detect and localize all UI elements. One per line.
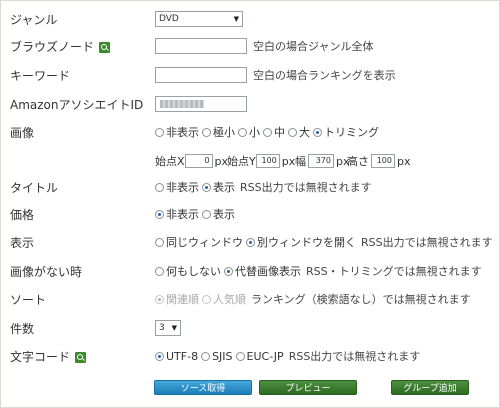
image-option-label: 非表示 — [166, 126, 199, 139]
start-x-label: 始点X — [155, 155, 185, 168]
charset-row: 文字コード UTF-8 SJIS EUC-JP RSS出力では無視されます — [1, 345, 500, 367]
start-y-unit: px — [281, 154, 296, 168]
keyword-input[interactable] — [155, 67, 247, 83]
get-source-button[interactable]: ソース取得 — [154, 380, 252, 395]
keyword-hint: 空白の場合ランキングを表示 — [253, 69, 396, 82]
width-label: 幅 — [295, 155, 306, 168]
title-option-label: 非表示 — [166, 181, 199, 194]
settings-panel: ジャンル DVD ▼ ブラウズノード 空白の場合ジャンル全体 キーワード 空白の… — [0, 0, 500, 408]
browse-node-label: ブラウズノード — [10, 38, 111, 55]
chevron-down-icon: ▼ — [171, 324, 177, 332]
image-radio-hidden[interactable] — [155, 127, 164, 137]
no-image-row: 画像がない時 何もしない 代替画像表示 RSS・トリミングでは無視されます — [1, 260, 500, 282]
add-group-button[interactable]: グループ追加 — [391, 380, 469, 395]
preview-button[interactable]: プレビュー — [259, 380, 357, 395]
chevron-down-icon: ▼ — [233, 15, 239, 23]
image-option-label: トリミング — [324, 126, 379, 139]
charset-label: 文字コード — [10, 348, 87, 365]
title-hint: RSS出力では無視されます — [240, 181, 372, 194]
charset-radio-eucjp[interactable] — [235, 351, 245, 361]
charset-option-label: EUC-JP — [246, 349, 284, 363]
masked-value — [160, 100, 204, 108]
genre-select-value: DVD — [159, 14, 179, 24]
display-row: 表示 同じウィンドウ 別ウィンドウを開く RSS出力では無視されます — [1, 231, 500, 253]
sort-row: ソート 関連順 人気順 ランキング（検索語なし）では無視されます — [1, 288, 500, 310]
title-radio-shown[interactable] — [202, 182, 211, 192]
count-select-value: 3 — [159, 323, 165, 333]
title-label: タイトル — [10, 181, 59, 195]
no-image-option-label: 何もしない — [166, 265, 221, 278]
count-label: 件数 — [10, 322, 35, 336]
count-row: 件数 3 ▼ — [1, 317, 500, 339]
height-unit: px — [397, 154, 411, 168]
image-row: 画像 非表示 極小 小 中 大 トリミング — [1, 121, 500, 143]
no-image-label: 画像がない時 — [10, 265, 83, 279]
width-input[interactable]: 370 — [308, 154, 334, 168]
genre-select[interactable]: DVD ▼ — [155, 11, 243, 27]
display-radio-same-window[interactable] — [155, 237, 164, 247]
display-label: 表示 — [10, 236, 35, 250]
price-option-label: 表示 — [213, 208, 235, 221]
height-input[interactable]: 100 — [371, 154, 395, 168]
price-row: 価格 非表示 表示 — [1, 203, 500, 225]
image-option-label: 小 — [249, 126, 260, 139]
start-y-input[interactable]: 100 — [255, 154, 280, 168]
associate-id-row: AmazonアソシエイトID — [1, 93, 500, 115]
search-icon[interactable] — [75, 352, 87, 363]
associate-id-input[interactable] — [155, 96, 247, 112]
image-option-label: 中 — [274, 126, 285, 139]
image-radio-large[interactable] — [288, 127, 297, 137]
charset-option-label: SJIS — [212, 349, 233, 363]
price-radio-shown[interactable] — [202, 209, 211, 219]
image-label: 画像 — [10, 126, 35, 140]
display-option-label: 別ウィンドウを開く — [257, 236, 356, 249]
charset-option-label: UTF-8 — [166, 349, 199, 363]
no-image-radio-nothing[interactable] — [155, 266, 164, 276]
title-radio-hidden[interactable] — [155, 182, 164, 192]
trim-row: 始点X 0 px 始点Y 100 px 幅 370 px 高さ 100 px — [1, 151, 500, 169]
height-label: 高さ — [347, 155, 369, 168]
no-image-option-label: 代替画像表示 — [235, 265, 301, 278]
sort-hint: ランキング（検索語なし）では無視されます — [251, 293, 471, 306]
price-option-label: 非表示 — [166, 208, 199, 221]
search-icon[interactable] — [99, 42, 111, 53]
image-radio-medium[interactable] — [263, 127, 272, 137]
browse-node-row: ブラウズノード 空白の場合ジャンル全体 — [1, 35, 500, 57]
browse-node-input[interactable] — [155, 38, 247, 54]
no-image-hint: RSS・トリミングでは無視されます — [306, 265, 482, 278]
display-radio-new-window[interactable] — [246, 237, 255, 247]
price-label: 価格 — [10, 208, 35, 222]
price-radio-hidden[interactable] — [155, 209, 164, 219]
count-select[interactable]: 3 ▼ — [155, 320, 181, 336]
associate-id-label: AmazonアソシエイトID — [10, 98, 144, 112]
start-x-input[interactable]: 0 — [184, 154, 213, 168]
sort-radio-relevance[interactable] — [155, 294, 164, 304]
display-option-label: 同じウィンドウ — [166, 236, 243, 249]
start-y-label: 始点Y — [227, 155, 256, 168]
title-row: タイトル 非表示 表示 RSS出力では無視されます — [1, 176, 500, 198]
keyword-row: キーワード 空白の場合ランキングを表示 — [1, 64, 500, 86]
image-option-label: 大 — [299, 126, 310, 139]
image-radio-trimming[interactable] — [313, 127, 322, 137]
display-hint: RSS出力では無視されます — [361, 236, 493, 249]
title-option-label: 表示 — [213, 181, 235, 194]
genre-label: ジャンル — [10, 13, 58, 27]
charset-radio-utf8[interactable] — [155, 351, 164, 361]
image-radio-small[interactable] — [238, 127, 247, 137]
sort-radio-popularity[interactable] — [202, 294, 211, 304]
sort-option-label: 関連順 — [166, 293, 199, 306]
charset-radio-sjis[interactable] — [201, 351, 211, 361]
keyword-label: キーワード — [10, 69, 71, 83]
charset-hint: RSS出力では無視されます — [288, 350, 421, 363]
browse-node-hint: 空白の場合ジャンル全体 — [253, 40, 374, 53]
no-image-radio-alternate[interactable] — [224, 266, 233, 276]
sort-label: ソート — [10, 293, 47, 307]
genre-row: ジャンル DVD ▼ — [1, 8, 500, 30]
image-option-label: 極小 — [213, 126, 235, 139]
sort-option-label: 人気順 — [213, 293, 246, 306]
image-radio-tiny[interactable] — [202, 127, 211, 137]
